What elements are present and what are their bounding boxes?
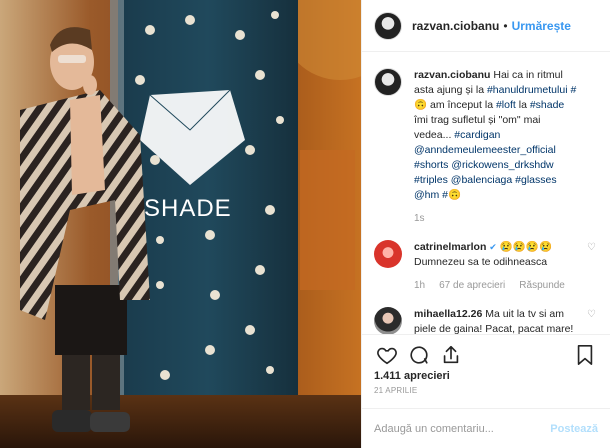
post-date: 21 APRILIE xyxy=(374,386,418,395)
caption-time[interactable]: 1s xyxy=(414,211,425,226)
verified-badge-icon: ✔ xyxy=(489,242,497,252)
comment-icon[interactable] xyxy=(406,342,432,368)
follow-button[interactable]: Urmărește xyxy=(512,19,571,33)
comments-list[interactable]: razvan.ciobanu Hai ca in ritmul asta aju… xyxy=(362,52,610,334)
caption-username[interactable]: razvan.ciobanu xyxy=(414,69,490,81)
post-photo[interactable]: SHADE xyxy=(0,0,361,448)
hashtag-link[interactable]: #🙃 xyxy=(442,189,461,201)
caption-body: razvan.ciobanu Hai ca in ritmul asta aju… xyxy=(414,68,598,226)
like-comment-icon[interactable]: ♡ xyxy=(587,309,596,320)
comment-time[interactable]: 1h xyxy=(414,278,425,293)
heart-icon[interactable] xyxy=(374,342,400,368)
commenter-avatar[interactable] xyxy=(374,307,402,334)
hashtag-link[interactable]: #hanuldrumetului xyxy=(487,84,568,96)
hashtag-link[interactable]: #triples xyxy=(414,174,448,186)
caption-text: am început la xyxy=(427,99,496,111)
comment-body: catrinelmarlon ✔ 😢😢😢😢 Dumnezeu sa te odi… xyxy=(414,240,598,293)
header-separator: • xyxy=(503,18,508,33)
comment-item: mihaella12.26 Ma uit la tv si am piele d… xyxy=(374,307,598,334)
add-comment-bar: Adaugă un comentariu... Postează xyxy=(362,408,610,448)
mention-link[interactable]: @anndemeulemeester_official xyxy=(414,144,556,156)
caption-avatar[interactable] xyxy=(374,68,402,96)
photo-illustration: SHADE xyxy=(0,0,361,448)
reply-button[interactable]: Răspunde xyxy=(519,278,565,293)
caption-text: la xyxy=(515,99,530,111)
comment-body: mihaella12.26 Ma uit la tv si am piele d… xyxy=(414,307,598,334)
comment-input[interactable]: Adaugă un comentariu... xyxy=(374,423,550,435)
like-comment-icon[interactable]: ♡ xyxy=(587,242,596,253)
instagram-post: SHADE razvan.ciobanu • Urmărește razvan.… xyxy=(0,0,610,448)
caption: razvan.ciobanu Hai ca in ritmul asta aju… xyxy=(374,68,598,226)
comment-item: catrinelmarlon ✔ 😢😢😢😢 Dumnezeu sa te odi… xyxy=(374,240,598,293)
share-icon[interactable] xyxy=(438,342,464,368)
action-bar xyxy=(362,334,610,374)
comment-text: Dumnezeu sa te odihneasca xyxy=(414,256,548,268)
author-username[interactable]: razvan.ciobanu xyxy=(412,19,499,33)
hashtag-link[interactable]: #shade xyxy=(530,99,564,111)
comment-emoji: 😢😢😢😢 xyxy=(499,241,553,253)
mention-link[interactable]: @rickowens_drkshdw xyxy=(451,159,553,171)
commenter-username[interactable]: mihaella12.26 xyxy=(414,308,482,320)
comment-likes[interactable]: 67 de aprecieri xyxy=(439,278,505,293)
post-comment-button[interactable]: Postează xyxy=(550,423,598,435)
hashtag-link[interactable]: #cardigan xyxy=(454,129,500,141)
caption-meta: 1s xyxy=(414,211,580,226)
bookmark-icon[interactable] xyxy=(572,342,598,368)
commenter-username[interactable]: catrinelmarlon xyxy=(414,241,486,253)
banner-text: SHADE xyxy=(144,195,232,222)
hashtag-link[interactable]: #loft xyxy=(496,99,516,111)
mention-link[interactable]: @hm xyxy=(414,189,439,201)
hashtag-link[interactable]: #shorts xyxy=(414,159,448,171)
post-header: razvan.ciobanu • Urmărește xyxy=(362,0,610,52)
post-sidebar: razvan.ciobanu • Urmărește razvan.cioban… xyxy=(361,0,610,448)
commenter-avatar[interactable] xyxy=(374,240,402,268)
mention-link[interactable]: @balenciaga xyxy=(451,174,512,186)
author-avatar[interactable] xyxy=(374,11,402,40)
comment-meta: 1h 67 de aprecieri Răspunde xyxy=(414,278,580,293)
hashtag-link[interactable]: #glasses xyxy=(515,174,556,186)
likes-count[interactable]: 1.411 aprecieri xyxy=(362,370,610,382)
